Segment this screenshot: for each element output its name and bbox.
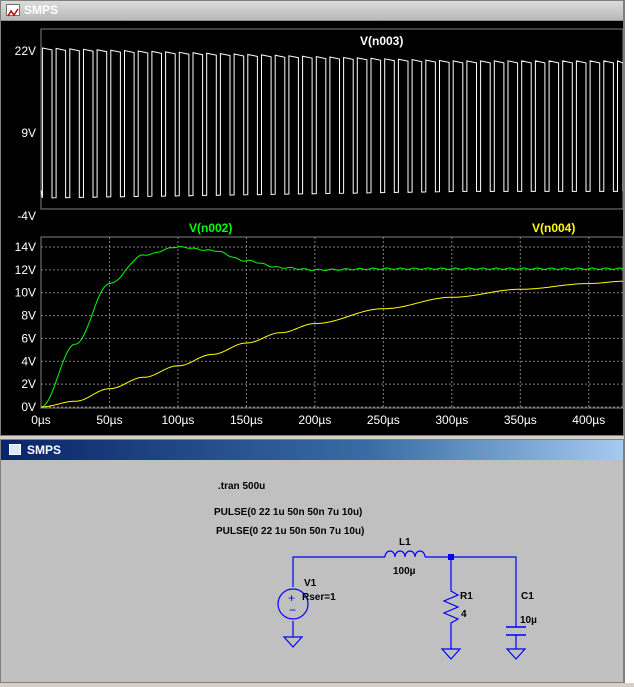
bottom-y-tick: 2V <box>21 377 36 391</box>
v1-value[interactable]: Rser=1 <box>302 592 336 603</box>
trace-v-n002 <box>40 246 624 408</box>
bottom-y-tick: 14V <box>15 240 36 254</box>
bottom-x-axis: 0µs 50µs 100µs 150µs 200µs 250µs 300µs 350µs 400… <box>31 413 605 427</box>
bottom-x-tick: 350µs <box>504 413 537 427</box>
plot-svg[interactable]: V(n003) 22V 9V -4V V(n002) V(n004) 14V 12… <box>1 21 624 435</box>
bottom-x-tick: 400µs <box>572 413 605 427</box>
schematic-window[interactable]: SMPS .tran 500u PULSE(0 22 1u 50n 50n 7u… <box>0 439 624 683</box>
top-y-tick: 22V <box>15 44 36 58</box>
background-window-edge <box>624 0 634 683</box>
top-y-tick: 9V <box>21 126 36 140</box>
schematic-titlebar[interactable]: SMPS <box>1 440 623 460</box>
inductor-l1[interactable] <box>384 550 426 558</box>
r1-name[interactable]: R1 <box>460 591 473 602</box>
bottom-y-tick: 12V <box>15 263 36 277</box>
schematic-canvas[interactable]: .tran 500u PULSE(0 22 1u 50n 50n 7u 10u)… <box>9 461 623 682</box>
c1-value[interactable]: 10µ <box>520 615 537 626</box>
v1-name[interactable]: V1 <box>304 578 317 589</box>
waveform-window[interactable]: SMPS V(n003) 22V 9V -4V V(n002) V(n004) … <box>0 0 624 436</box>
bottom-y-tick: 4V <box>21 354 36 368</box>
waveform-window-icon <box>6 4 20 17</box>
ground-symbol <box>440 648 462 660</box>
schematic-window-icon <box>9 444 21 455</box>
bottom-y-tick: 10V <box>15 286 36 300</box>
waveform-window-title: SMPS <box>24 3 59 17</box>
capacitor-c1[interactable] <box>506 626 526 636</box>
trace-label-v-n003[interactable]: V(n003) <box>360 34 403 48</box>
bottom-y-tick: 8V <box>21 309 36 323</box>
svg-text:−: − <box>289 603 296 617</box>
trace-label-v-n004[interactable]: V(n004) <box>532 221 575 235</box>
trace-v-n003 <box>40 47 624 199</box>
trace-v-n004 <box>41 280 623 408</box>
ground-symbol <box>505 648 527 660</box>
l1-name[interactable]: L1 <box>399 537 411 548</box>
waveform-titlebar[interactable]: SMPS <box>1 1 623 21</box>
bottom-x-tick: 250µs <box>367 413 400 427</box>
tran-directive[interactable]: .tran 500u <box>218 481 265 492</box>
bottom-x-tick: 150µs <box>230 413 263 427</box>
bottom-y-tick: 0V <box>21 400 36 414</box>
bottom-x-tick: 0µs <box>31 413 51 427</box>
bottom-y-tick: 6V <box>21 331 36 345</box>
ground-symbol <box>282 636 304 648</box>
junction-dot <box>448 554 454 560</box>
bottom-y-axis: 14V 12V 10V 8V 6V 4V 2V 0V <box>15 240 36 414</box>
bottom-x-tick: 300µs <box>435 413 468 427</box>
bottom-x-tick: 50µs <box>96 413 122 427</box>
c1-name[interactable]: C1 <box>521 591 534 602</box>
bottom-x-tick: 100µs <box>161 413 194 427</box>
resistor-r1[interactable] <box>442 585 460 627</box>
schematic-window-title: SMPS <box>27 443 62 457</box>
r1-value[interactable]: 4 <box>461 609 467 620</box>
plot-area[interactable]: V(n003) 22V 9V -4V V(n002) V(n004) 14V 12… <box>1 21 624 435</box>
schematic-svg[interactable]: .tran 500u PULSE(0 22 1u 50n 50n 7u 10u)… <box>9 461 623 682</box>
pulse-spec-line[interactable]: PULSE(0 22 1u 50n 50n 7u 10u) <box>216 526 364 537</box>
pulse-spec-line[interactable]: PULSE(0 22 1u 50n 50n 7u 10u) <box>214 507 362 518</box>
trace-label-v-n002[interactable]: V(n002) <box>189 221 232 235</box>
bottom-x-tick: 200µs <box>298 413 331 427</box>
top-y-tick: -4V <box>17 209 36 223</box>
l1-value[interactable]: 100µ <box>393 566 416 577</box>
